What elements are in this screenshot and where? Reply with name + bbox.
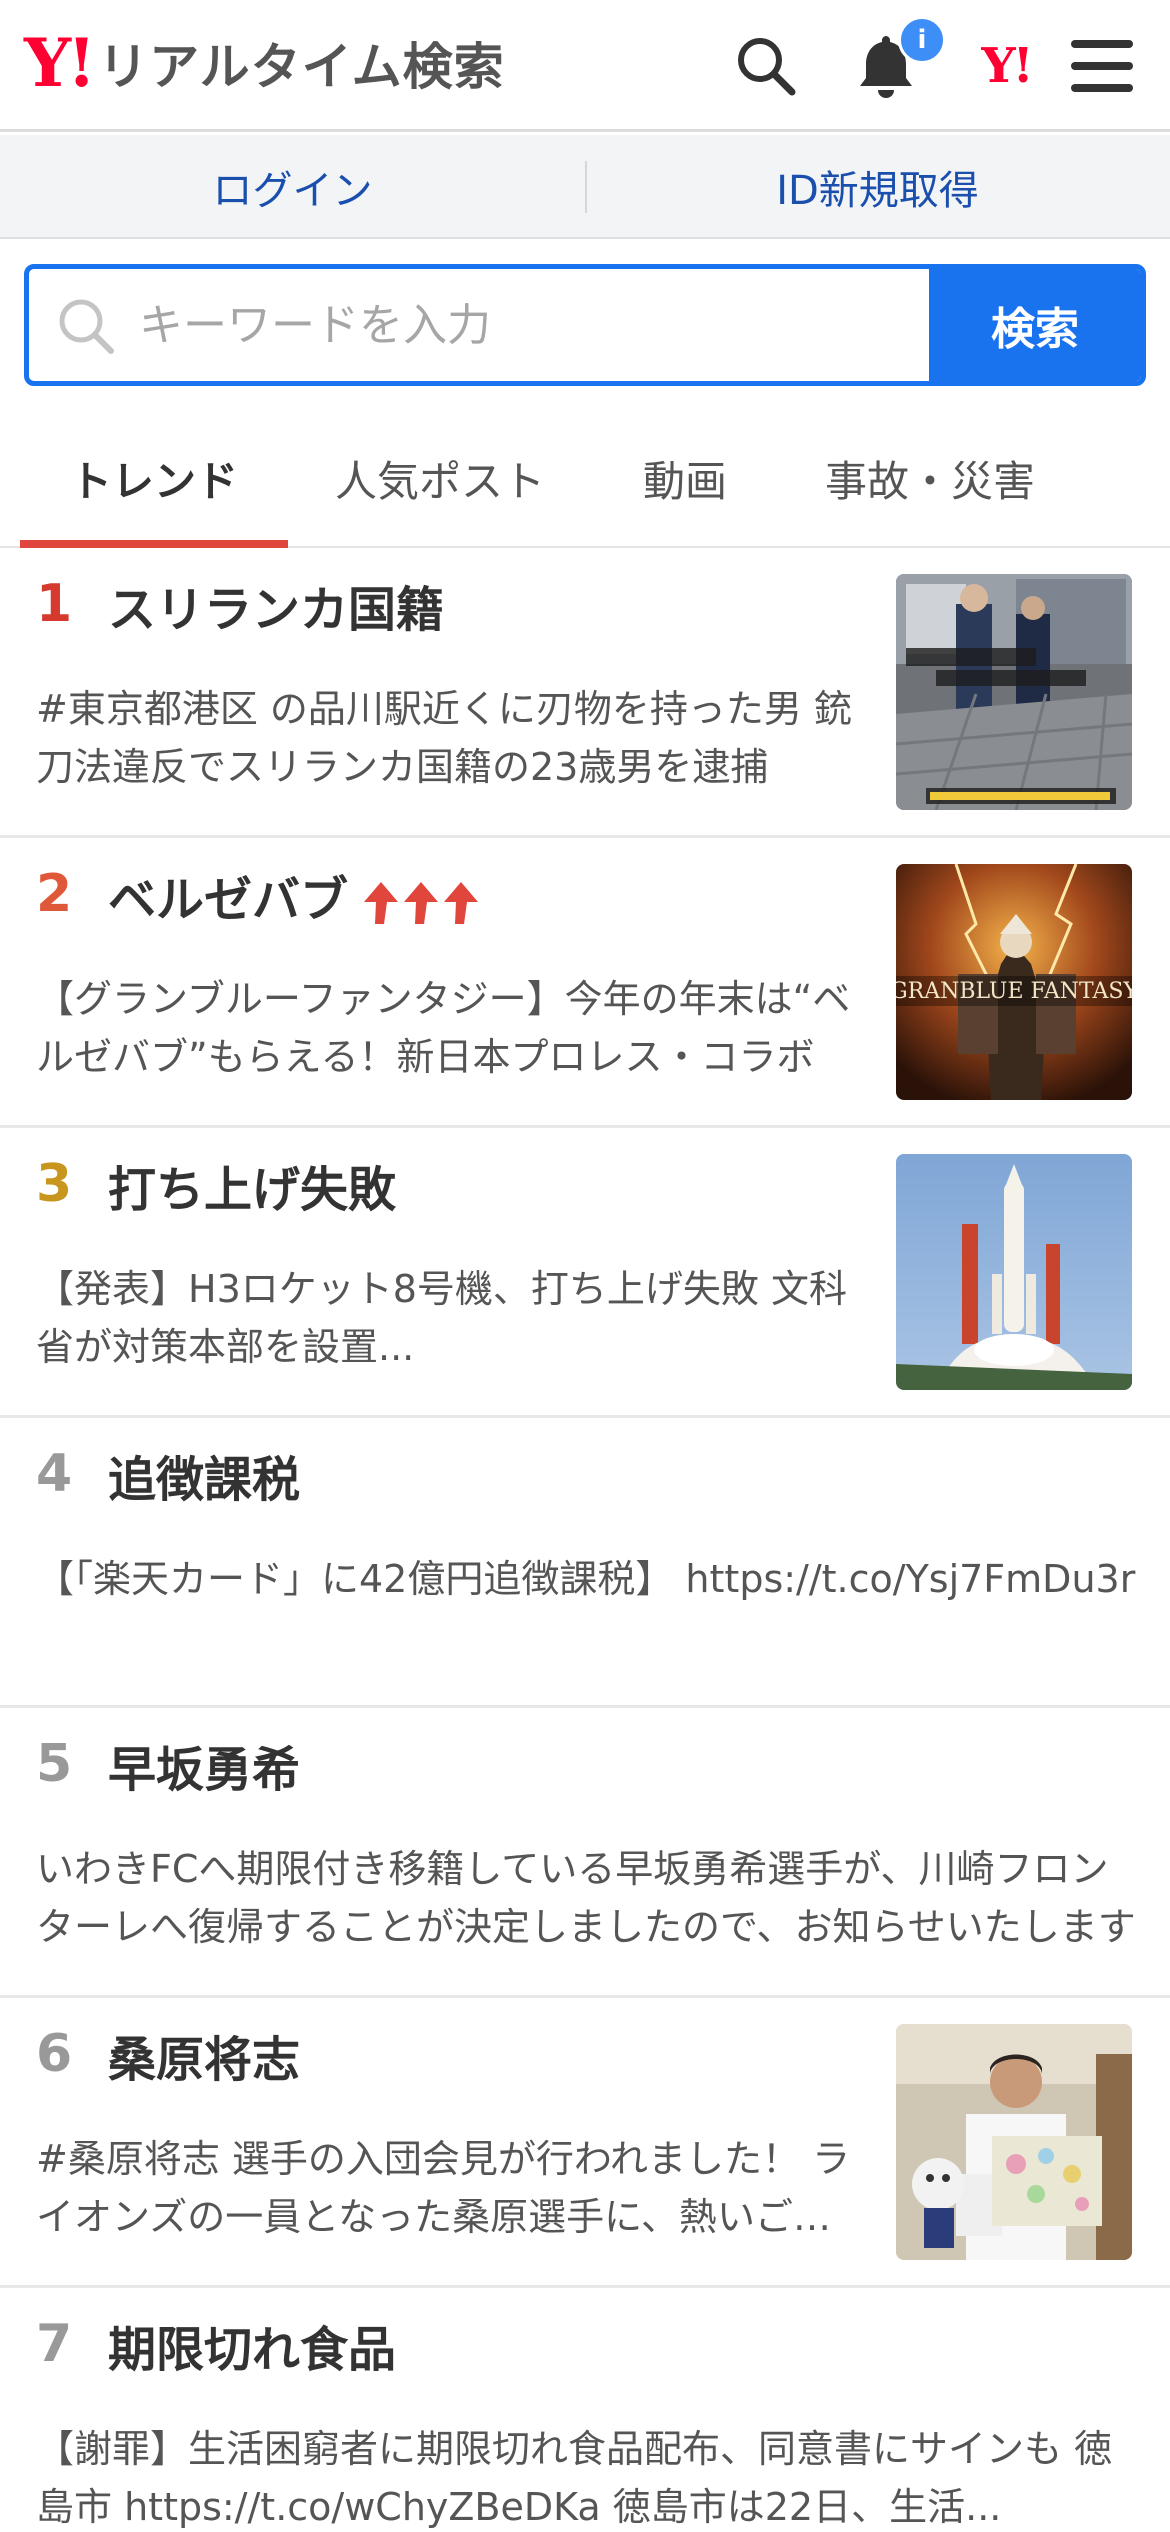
trend-title[interactable]: 期限切れ食品: [108, 2324, 396, 2377]
trend-title[interactable]: 打ち上げ失敗: [108, 1164, 396, 1217]
rising-indicator: [362, 880, 482, 926]
trend-title[interactable]: スリランカ国籍: [108, 584, 444, 637]
up-arrow-icon: [444, 882, 479, 924]
search-input[interactable]: [139, 269, 949, 381]
active-tab-indicator: [20, 540, 288, 548]
trend-description: 【謝罪】生活困窮者に期限切れ食品配布、同意書にサインも 徳島市 https://…: [36, 2427, 1113, 2529]
game-art-granblue: GRANBLUE FANTASY: [896, 864, 1132, 1100]
trend-description: #桑原将志 選手の入団会見が行われました！ ライオンズの一員となった桑原選手に、…: [36, 2137, 851, 2239]
trend-description: 【発表】H3ロケット8号機、打ち上げ失敗 文科省が対策本部を設置...: [36, 1267, 848, 1369]
yahoo-logo-icon: Y!: [981, 38, 1033, 94]
trend-description: いわきFCへ期限付き移籍している早坂勇希選手が、川崎フロンターレへ復帰することが…: [36, 1847, 1136, 1949]
trend-description: #東京都港区 の品川駅近くに刃物を持った男 銃刀法違反でスリランカ国籍の23歳男…: [36, 687, 853, 789]
trend-thumbnail[interactable]: [896, 1154, 1132, 1390]
tab-videos[interactable]: 動画: [590, 410, 780, 546]
trend-rank: 2: [36, 864, 73, 924]
up-arrow-icon: [404, 882, 439, 924]
auth-bar: ログイン ID新規取得: [0, 135, 1170, 239]
login-link[interactable]: ログイン: [0, 135, 585, 239]
service-name: リアルタイム検索: [98, 38, 505, 96]
svg-text:GRANBLUE FANTASY: GRANBLUE FANTASY: [896, 979, 1132, 1004]
trend-item[interactable]: 4 追徴課税 【「楽天カード」に42億円追徴課税】 https://t.co/Y…: [0, 1418, 1170, 1708]
header-search-button[interactable]: [728, 28, 804, 104]
trend-title[interactable]: ベルゼバブ: [108, 874, 482, 927]
app-header: Y! リアルタイム検索 i Y!: [0, 0, 1170, 132]
trend-rank: 1: [36, 574, 73, 634]
trend-item[interactable]: 7 期限切れ食品 【謝罪】生活困窮者に期限切れ食品配布、同意書にサインも 徳島市…: [0, 2288, 1170, 2532]
yahoo-logo-mark: Y!: [24, 24, 96, 102]
trend-rank: 4: [36, 1444, 73, 1504]
trend-item[interactable]: 6 桑原将志 #桑原将志 選手の入団会見が行われました！ ライオンズの一員となっ…: [0, 1998, 1170, 2288]
press-conference-photo: [896, 2024, 1132, 2260]
trend-rank: 5: [36, 1734, 73, 1794]
trend-description: 【「楽天カード」に42億円追徴課税】 https://t.co/Ysj7FmDu…: [36, 1557, 1136, 1601]
menu-icon: [1071, 40, 1133, 92]
trend-description: 【グランブルーファンタジー】今年の年末は“ベルゼバブ”もらえる！新日本プロレス・…: [36, 977, 851, 1079]
tab-accidents-disasters[interactable]: 事故・災害: [795, 410, 1065, 546]
trend-list: 1 スリランカ国籍 #東京都港区 の品川駅近くに刃物を持った男 銃刀法違反でスリ…: [0, 548, 1170, 2532]
menu-button[interactable]: [1064, 28, 1140, 104]
news-photo-police: [896, 574, 1132, 810]
yahoo-home-link[interactable]: Y!: [968, 28, 1044, 104]
search-icon: [738, 38, 796, 96]
trend-title[interactable]: 早坂勇希: [108, 1744, 300, 1797]
up-arrow-icon: [364, 882, 399, 924]
signup-link[interactable]: ID新規取得: [585, 135, 1170, 239]
trend-rank: 7: [36, 2314, 73, 2374]
trend-item[interactable]: 5 早坂勇希 いわきFCへ期限付き移籍している早坂勇希選手が、川崎フロンターレへ…: [0, 1708, 1170, 1998]
notification-badge[interactable]: i: [898, 16, 946, 64]
tab-trend[interactable]: トレンド: [20, 410, 288, 546]
rocket-launch-photo: [896, 1154, 1132, 1390]
search-box: 検索: [24, 264, 1146, 386]
trend-thumbnail[interactable]: [896, 574, 1132, 810]
trend-item[interactable]: 1 スリランカ国籍 #東京都港区 の品川駅近くに刃物を持った男 銃刀法違反でスリ…: [0, 548, 1170, 838]
trend-title[interactable]: 桑原将志: [108, 2034, 300, 2087]
trend-thumbnail[interactable]: [896, 2024, 1132, 2260]
trend-title[interactable]: 追徴課税: [108, 1454, 300, 1507]
site-logo[interactable]: Y! リアルタイム検索: [24, 28, 505, 98]
trend-rank: 3: [36, 1154, 73, 1214]
trend-item[interactable]: 2 ベルゼバブ 【グランブルーファンタジー】今年の年末は“ベルゼバブ”もらえる！…: [0, 838, 1170, 1128]
search-button[interactable]: 検索: [929, 269, 1141, 381]
category-tabs: トレンド 人気ポスト 動画 事故・災害: [0, 410, 1170, 548]
search-field-icon: [59, 299, 114, 354]
trend-item[interactable]: 3 打ち上げ失敗 【発表】H3ロケット8号機、打ち上げ失敗 文科省が対策本部を設…: [0, 1128, 1170, 1418]
tab-popular-posts[interactable]: 人気ポスト: [305, 410, 575, 546]
trend-rank: 6: [36, 2024, 73, 2084]
trend-thumbnail[interactable]: GRANBLUE FANTASY: [896, 864, 1132, 1100]
